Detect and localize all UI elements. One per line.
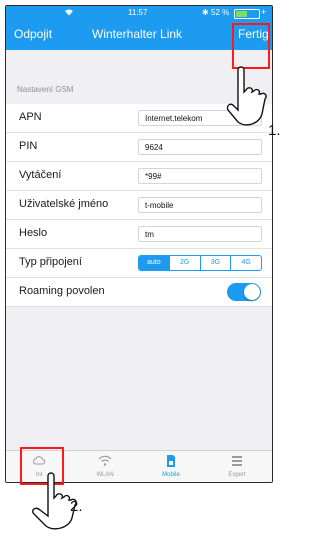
dial-field[interactable] — [138, 168, 262, 184]
disconnect-button[interactable]: Odpojit — [14, 27, 52, 41]
segment-2g[interactable]: 2G — [168, 256, 200, 270]
pin-field[interactable] — [138, 139, 262, 155]
username-field[interactable] — [138, 197, 262, 213]
tab-mobile[interactable]: Mobile — [138, 451, 204, 482]
battery-icon — [234, 9, 260, 19]
password-field[interactable] — [138, 226, 262, 242]
segment-auto[interactable]: auto — [139, 256, 169, 270]
list-icon — [232, 456, 242, 466]
highlight-done-button — [232, 23, 270, 69]
roaming-toggle[interactable] — [227, 283, 261, 301]
sim-card-icon — [167, 455, 175, 467]
segment-4g[interactable]: 4G — [230, 256, 261, 270]
dial-label: Vytáčení — [19, 169, 62, 181]
connection-type-label: Typ připojení — [19, 256, 82, 268]
pin-row: PIN — [6, 133, 272, 162]
charging-icon: + — [261, 7, 267, 17]
dial-row: Vytáčení — [6, 162, 272, 191]
tab-label-expert: Expert — [228, 472, 246, 478]
password-label: Heslo — [19, 227, 48, 239]
password-row: Heslo — [6, 220, 272, 249]
tab-label-mobile: Mobile — [162, 472, 180, 478]
status-time: 11:57 — [128, 8, 148, 17]
connection-type-segmented-control: auto 2G 3G 4G — [138, 255, 262, 271]
wifi-icon — [98, 455, 112, 466]
section-header: Nastavení GSM — [17, 85, 74, 94]
battery-percent: 52 % — [211, 8, 230, 17]
connection-type-row: Typ připojení auto 2G 3G 4G — [6, 249, 272, 278]
pin-label: PIN — [19, 140, 38, 152]
status-bar: 11:57 ✱ 52 % + — [6, 6, 272, 20]
step-1-label: 1. — [268, 122, 281, 139]
segment-3g[interactable]: 3G — [199, 256, 231, 270]
username-row: Uživatelské jméno — [6, 191, 272, 220]
bluetooth-icon: ✱ — [202, 8, 209, 17]
roaming-label: Roaming povolen — [19, 285, 105, 297]
roaming-row: Roaming povolen — [6, 278, 272, 307]
wifi-icon — [65, 9, 73, 16]
step-2-label: 2. — [70, 498, 83, 515]
page-title: Winterhalter Link — [92, 27, 183, 41]
username-label: Uživatelské jméno — [19, 198, 109, 210]
tab-expert[interactable]: Expert — [204, 451, 270, 482]
toggle-knob — [244, 284, 260, 300]
apn-label: APN — [19, 111, 42, 123]
